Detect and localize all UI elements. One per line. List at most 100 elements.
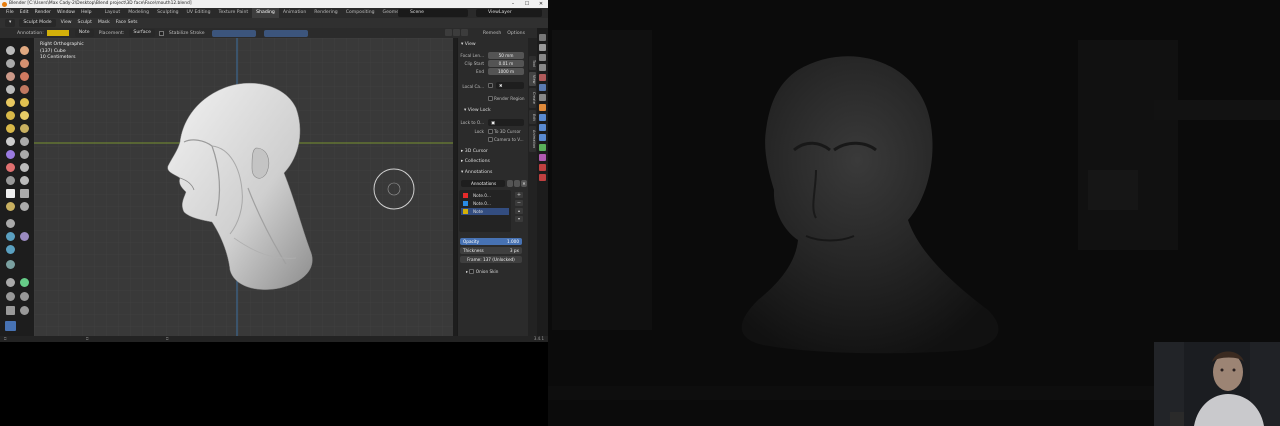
navigate-gizmo-icon[interactable]	[445, 29, 452, 36]
blob-brush-icon[interactable]	[20, 85, 29, 94]
move-tool-icon[interactable]	[6, 292, 15, 301]
mask-brush-icon[interactable]	[6, 219, 15, 228]
tool-properties-icon[interactable]	[539, 34, 546, 41]
rotate-brush-icon[interactable]	[20, 176, 29, 185]
tab-animation[interactable]: Animation	[529, 126, 536, 152]
tab-modeling[interactable]: Modeling	[124, 8, 153, 18]
tab-uv-editing[interactable]: UV Editing	[183, 8, 215, 18]
box-mask-icon[interactable]	[20, 232, 29, 241]
maximize-button[interactable]: ☐	[520, 0, 534, 8]
scale-tool-icon[interactable]	[6, 306, 15, 315]
collection-properties-icon[interactable]	[539, 94, 546, 101]
view-section-header[interactable]: ▾ View	[461, 42, 476, 47]
draw-face-sets-icon[interactable]	[6, 232, 15, 241]
constraint-properties-icon[interactable]	[539, 144, 546, 151]
add-layer-button[interactable]: +	[515, 192, 523, 198]
3d-viewport[interactable]: Right Orthographic (137) Cube 10 Centime…	[34, 38, 453, 336]
particles-properties-icon[interactable]	[539, 124, 546, 131]
move-layer-down-button[interactable]: ▾	[515, 216, 523, 222]
menu-mask[interactable]: Mask	[95, 18, 113, 28]
local-camera-field[interactable]: ✖	[496, 82, 524, 89]
view-layer-selector[interactable]: ViewLayer	[476, 9, 542, 17]
layer-color-swatch[interactable]	[463, 209, 468, 214]
onion-skin-header[interactable]: ▸ Onion Skin	[466, 268, 498, 274]
inflate-brush-icon[interactable]	[6, 85, 15, 94]
physics-properties-icon[interactable]	[539, 134, 546, 141]
annotation-layer-dropdown[interactable]: Note	[74, 29, 94, 37]
smooth-brush-icon[interactable]	[20, 98, 29, 107]
options-dropdown[interactable]: Options	[504, 31, 528, 36]
nudge-brush-icon[interactable]	[6, 176, 15, 185]
annotation-color-swatch[interactable]	[46, 30, 69, 36]
close-button[interactable]: ✕	[534, 0, 548, 8]
box-face-set-icon[interactable]	[6, 245, 15, 254]
remesh-dropdown[interactable]: Remesh	[480, 31, 504, 36]
scrape-brush-icon[interactable]	[6, 124, 15, 133]
datablock-copy-button[interactable]	[507, 180, 513, 187]
menu-sculpt[interactable]: Sculpt	[75, 18, 95, 28]
annotations-datablock[interactable]: Annotations	[461, 180, 505, 187]
material-properties-icon[interactable]	[539, 164, 546, 171]
view-layer-properties-icon[interactable]	[539, 64, 546, 71]
placement-dropdown[interactable]: Surface	[129, 29, 155, 37]
scene-selector[interactable]: Scene	[398, 9, 468, 17]
frame-lock-field[interactable]: Frame: 137 (Unlocked)	[460, 256, 522, 263]
elastic-deform-brush-icon[interactable]	[6, 150, 15, 159]
snake-hook-brush-icon[interactable]	[20, 150, 29, 159]
thickness-field[interactable]: Thickness 3 px	[460, 247, 522, 254]
tab-sculpting[interactable]: Sculpting	[153, 8, 182, 18]
clay-brush-icon[interactable]	[6, 59, 15, 68]
layer-brush-icon[interactable]	[20, 72, 29, 81]
collections-header[interactable]: ▸ Collections	[461, 159, 490, 164]
line-project-icon[interactable]	[6, 278, 15, 287]
modifier-properties-icon[interactable]	[539, 114, 546, 121]
menu-help[interactable]: Help	[78, 8, 94, 18]
draw-sharp-brush-icon[interactable]	[20, 46, 29, 55]
tab-create[interactable]: Create	[529, 88, 536, 108]
layer-color-swatch[interactable]	[463, 193, 468, 198]
menu-render[interactable]: Render	[32, 8, 54, 18]
mesh-filter-icon[interactable]	[6, 260, 15, 269]
scene-properties-icon[interactable]	[539, 74, 546, 81]
clip-end-field[interactable]: 1000 m	[488, 68, 524, 75]
menu-file[interactable]: File	[3, 8, 17, 18]
lock-to-object-field[interactable]: ▣	[488, 119, 524, 126]
tab-texture-paint[interactable]: Texture Paint	[215, 8, 253, 18]
tab-layout[interactable]: Layout	[101, 8, 125, 18]
output-properties-icon[interactable]	[539, 54, 546, 61]
tab-view[interactable]: View	[529, 72, 536, 86]
menu-edit[interactable]: Edit	[17, 8, 32, 18]
world-properties-icon[interactable]	[539, 84, 546, 91]
simplify-brush-icon[interactable]	[20, 202, 29, 211]
crease-brush-icon[interactable]	[6, 98, 15, 107]
draw-brush-icon[interactable]	[6, 46, 15, 55]
annotate-tool-icon[interactable]	[5, 321, 16, 331]
remove-layer-button[interactable]: −	[515, 200, 523, 206]
grab-brush-icon[interactable]	[20, 137, 29, 146]
annotations-header[interactable]: ▾ Annotations	[461, 170, 492, 175]
tab-compositing[interactable]: Compositing	[342, 8, 379, 18]
menu-view[interactable]: View	[58, 18, 75, 28]
focal-length-field[interactable]: 50 mm	[488, 52, 524, 59]
slide-relax-brush-icon[interactable]	[6, 189, 15, 198]
factor-field[interactable]	[263, 29, 308, 37]
multiplane-scrape-brush-icon[interactable]	[20, 124, 29, 133]
tab-tool[interactable]: Tool	[529, 56, 536, 70]
clay-thumb-brush-icon[interactable]	[6, 72, 15, 81]
layer-item[interactable]: Note.0...	[461, 192, 509, 199]
thumb-brush-icon[interactable]	[6, 163, 15, 172]
layer-item[interactable]: Note.0...	[461, 200, 509, 207]
datablock-new-button[interactable]	[514, 180, 520, 187]
3d-cursor-header[interactable]: ▸ 3D Cursor	[461, 149, 488, 154]
stabilize-checkbox[interactable]	[158, 30, 164, 36]
to-3d-cursor-checkbox[interactable]	[488, 129, 493, 134]
editor-type-dropdown[interactable]: ▾	[5, 19, 16, 27]
fill-brush-icon[interactable]	[20, 111, 29, 120]
render-region-checkbox[interactable]	[488, 96, 493, 101]
tab-edit[interactable]: Edit	[529, 110, 536, 124]
tab-rendering[interactable]: Rendering	[310, 8, 341, 18]
local-camera-checkbox[interactable]	[488, 83, 493, 88]
minimize-button[interactable]: –	[506, 0, 520, 8]
rotate-tool-icon[interactable]	[20, 292, 29, 301]
move-layer-up-button[interactable]: ▴	[515, 208, 523, 214]
